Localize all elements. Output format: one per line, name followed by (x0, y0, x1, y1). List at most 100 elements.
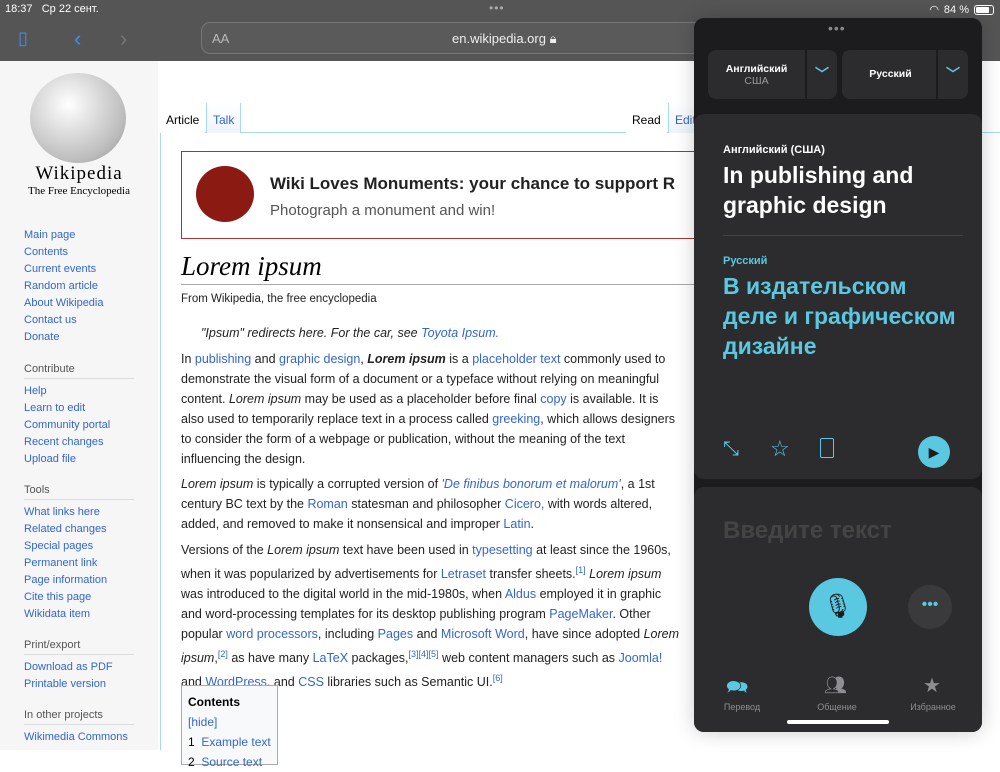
text-size-button[interactable]: AA (212, 31, 229, 46)
sidebar: Wikipedia The Free Encyclopedia Main pag… (0, 61, 158, 750)
address-bar[interactable]: AA en.wikipedia.org 🔒︎ (201, 22, 721, 54)
monuments-logo-icon (196, 166, 254, 222)
expand-icon[interactable]: ⤡ (723, 438, 739, 461)
inline-link[interactable]: Latin (503, 517, 530, 531)
inline-link[interactable]: Cicero, (505, 497, 545, 511)
sidebar-link[interactable]: What links here (24, 506, 134, 523)
inline-link[interactable]: placeholder text (472, 352, 560, 366)
sidebar-link[interactable]: Page information (24, 574, 134, 591)
inline-link[interactable]: Microsoft Word (441, 627, 525, 641)
sidebar-link[interactable]: Upload file (24, 453, 134, 470)
sidebar-link[interactable]: Wikidata item (24, 608, 134, 625)
citation-link[interactable]: [2] (218, 649, 228, 659)
favorites-star-icon: ★ (923, 675, 941, 697)
inline-link[interactable]: Toyota Ipsum. (421, 326, 499, 340)
toc-hide-link[interactable]: [hide] (188, 715, 217, 729)
inline-link[interactable]: word processors (226, 627, 318, 641)
tab-read[interactable]: Read (626, 103, 667, 133)
forward-button[interactable]: › (120, 26, 127, 52)
tab-conversation[interactable]: Общение (792, 702, 882, 712)
sidebar-link[interactable]: Contents (24, 246, 104, 263)
logo-wordmark[interactable]: Wikipedia (0, 163, 158, 185)
inline-link[interactable]: Letraset (441, 567, 486, 581)
inline-link[interactable]: copy (540, 392, 566, 406)
sidebar-link[interactable]: About Wikipedia (24, 297, 104, 314)
inline-link[interactable]: LaTeX (313, 651, 348, 665)
toc-link[interactable]: Source text (201, 755, 262, 769)
text-run: is a (445, 352, 473, 366)
inline-link[interactable]: greeking (492, 412, 540, 426)
inline-link[interactable]: graphic design (279, 352, 360, 366)
sidebar-heading: In other projects (24, 709, 134, 725)
text-run: libraries such as Semantic UI. (323, 675, 493, 690)
sidebar-link[interactable]: Donate (24, 331, 104, 348)
inline-link[interactable]: publishing (195, 352, 251, 366)
wikipedia-globe-logo[interactable] (30, 73, 126, 163)
text-run: transfer sheets. (486, 567, 576, 582)
tab-translate[interactable]: Перевод (697, 702, 787, 712)
more-button[interactable]: ••• (908, 585, 952, 629)
tab-article[interactable]: Article (160, 103, 206, 133)
toc-link[interactable]: Example text (201, 735, 270, 749)
sidebar-link[interactable]: Main page (24, 229, 104, 246)
sidebar-link[interactable]: Recent changes (24, 436, 134, 453)
sidebar-link[interactable]: Wikimedia Commons (24, 731, 134, 748)
sidebar-link[interactable]: Community portal (24, 419, 134, 436)
sidebar-link[interactable]: Cite this page (24, 591, 134, 608)
contribute-section: Contribute Help Learn to edit Community por… (24, 363, 134, 470)
chevron-down-icon[interactable]: ﹀ (805, 50, 837, 99)
target-language-picker[interactable]: Русский ﹀ (842, 50, 968, 99)
toc-title: Contents (188, 695, 240, 709)
tab-favorites[interactable]: Избранное (888, 702, 978, 712)
translate-icon: 🗪 (726, 677, 749, 697)
inline-link[interactable]: Pages (378, 627, 413, 641)
star-icon[interactable]: ☆ (770, 436, 790, 462)
microphone-button[interactable]: 🎙︎ (809, 578, 867, 636)
sidebar-link[interactable]: Learn to edit (24, 402, 134, 419)
sidebar-link[interactable]: Printable version (24, 678, 134, 695)
toc-item[interactable]: 1 Example text (188, 732, 271, 752)
home-indicator[interactable] (787, 720, 889, 724)
sidebar-toggle-icon[interactable]: ▯ (18, 28, 28, 49)
sidebar-heading: Contribute (24, 363, 134, 379)
text-run: as have many (227, 651, 313, 666)
campaign-banner[interactable]: Wiki Loves Monuments: your chance to sup… (181, 151, 721, 239)
sidebar-link[interactable]: Random article (24, 280, 104, 297)
sidebar-link[interactable]: Special pages (24, 540, 134, 557)
source-language-picker[interactable]: Английский США ﹀ (708, 50, 837, 99)
citation-link[interactable]: [1] (576, 565, 586, 575)
sidebar-link[interactable]: Contact us (24, 314, 104, 331)
text-run: Lorem ipsum (267, 543, 340, 557)
inline-link[interactable]: 'De finibus bonorum et malorum' (442, 477, 621, 491)
inline-link[interactable]: CSS (298, 675, 324, 689)
toc-item[interactable]: 2 Source text (188, 752, 271, 772)
sidebar-link[interactable]: Download as PDF (24, 661, 134, 678)
chevron-down-icon[interactable]: ﹀ (936, 50, 968, 99)
citation-link[interactable]: [3][4][5] (409, 649, 439, 659)
text-run: Lorem ipsum (181, 477, 254, 491)
multitask-dots[interactable]: ••• (489, 1, 505, 15)
sidebar-link[interactable]: Permanent link (24, 557, 134, 574)
tab-talk[interactable]: Talk (206, 103, 242, 133)
url-text: en.wikipedia.org 🔒︎ (452, 31, 557, 47)
status-right: ◠ 84 % (929, 3, 994, 16)
inline-link[interactable]: Roman (307, 497, 347, 511)
back-button[interactable]: ‹ (74, 26, 81, 52)
play-button[interactable]: ▶ (918, 436, 950, 468)
inline-link[interactable]: typesetting (472, 543, 532, 557)
battery-icon (974, 4, 994, 15)
dictionary-book-icon[interactable] (820, 438, 834, 458)
status-time: 18:37 Ср 22 сент. (5, 3, 99, 15)
text-run: is typically a corrupted version of (253, 477, 442, 491)
sidebar-link[interactable]: Current events (24, 263, 104, 280)
citation-link[interactable]: [6] (493, 673, 503, 683)
sidebar-heading: Tools (24, 484, 134, 500)
inline-link[interactable]: Joomla! (619, 651, 663, 665)
inline-link[interactable]: PageMaker (549, 607, 612, 621)
sidebar-link[interactable]: Help (24, 385, 134, 402)
text-input[interactable]: Введите текст (723, 517, 892, 545)
sidebar-link[interactable]: Related changes (24, 523, 134, 540)
drag-handle[interactable]: ••• (828, 20, 846, 36)
text-run: and (413, 627, 441, 642)
inline-link[interactable]: Aldus (505, 587, 536, 601)
